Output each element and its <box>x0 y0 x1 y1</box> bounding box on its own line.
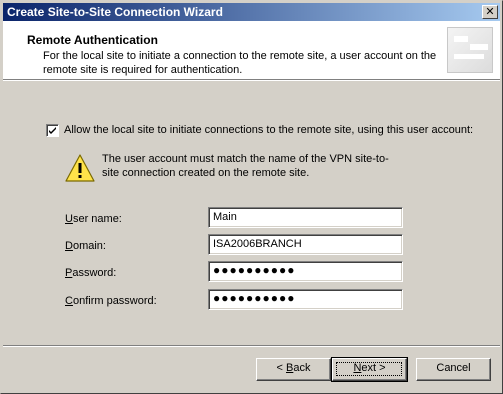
username-label-text: ser name: <box>72 213 122 225</box>
password-input[interactable]: ●●●●●●●●●● <box>208 261 403 282</box>
password-label: Password: <box>65 267 116 279</box>
footer-divider <box>3 345 500 347</box>
checkmark-icon <box>49 127 56 134</box>
allow-connections-label[interactable]: Allow the local site to initiate connect… <box>64 124 473 136</box>
close-icon: ✕ <box>485 6 495 18</box>
page-description: For the local site to initiate a connect… <box>43 50 437 76</box>
window-title: Create Site-to-Site Connection Wizard <box>7 5 223 19</box>
warning-icon <box>65 154 95 182</box>
page-title: Remote Authentication <box>27 33 158 47</box>
focus-rectangle <box>336 362 402 376</box>
username-input[interactable]: Main <box>208 207 403 228</box>
close-button[interactable]: ✕ <box>482 5 498 19</box>
title-bar[interactable]: Create Site-to-Site Connection Wizard ✕ <box>3 3 500 21</box>
wizard-banner-icon <box>447 27 493 73</box>
next-button[interactable]: Next > <box>331 357 408 382</box>
back-button-prefix: < <box>276 362 286 374</box>
back-button-label: ack <box>293 362 311 374</box>
domain-input[interactable]: ISA2006BRANCH <box>208 234 403 255</box>
username-label-mnemonic: U <box>65 213 73 225</box>
confirm-password-input[interactable]: ●●●●●●●●●● <box>208 289 403 310</box>
cancel-button[interactable]: Cancel <box>416 358 491 381</box>
wizard-header: Remote Authentication For the local site… <box>3 21 500 79</box>
username-label: User name: <box>65 213 122 225</box>
domain-label: Domain: <box>65 240 106 252</box>
allow-connections-checkbox[interactable] <box>46 124 59 137</box>
domain-label-mnemonic: D <box>65 240 73 252</box>
confirm-password-label-text: onfirm password: <box>72 295 157 307</box>
warning-message: The user account must match the name of … <box>102 153 389 179</box>
confirm-password-label-mnemonic: C <box>65 295 73 307</box>
header-divider <box>3 79 500 81</box>
wizard-window: Create Site-to-Site Connection Wizard ✕ … <box>0 0 503 394</box>
password-label-text: assword: <box>72 267 117 279</box>
confirm-password-label: Confirm password: <box>65 295 157 307</box>
back-button[interactable]: < Back <box>256 358 331 381</box>
domain-label-text: omain: <box>72 240 106 252</box>
